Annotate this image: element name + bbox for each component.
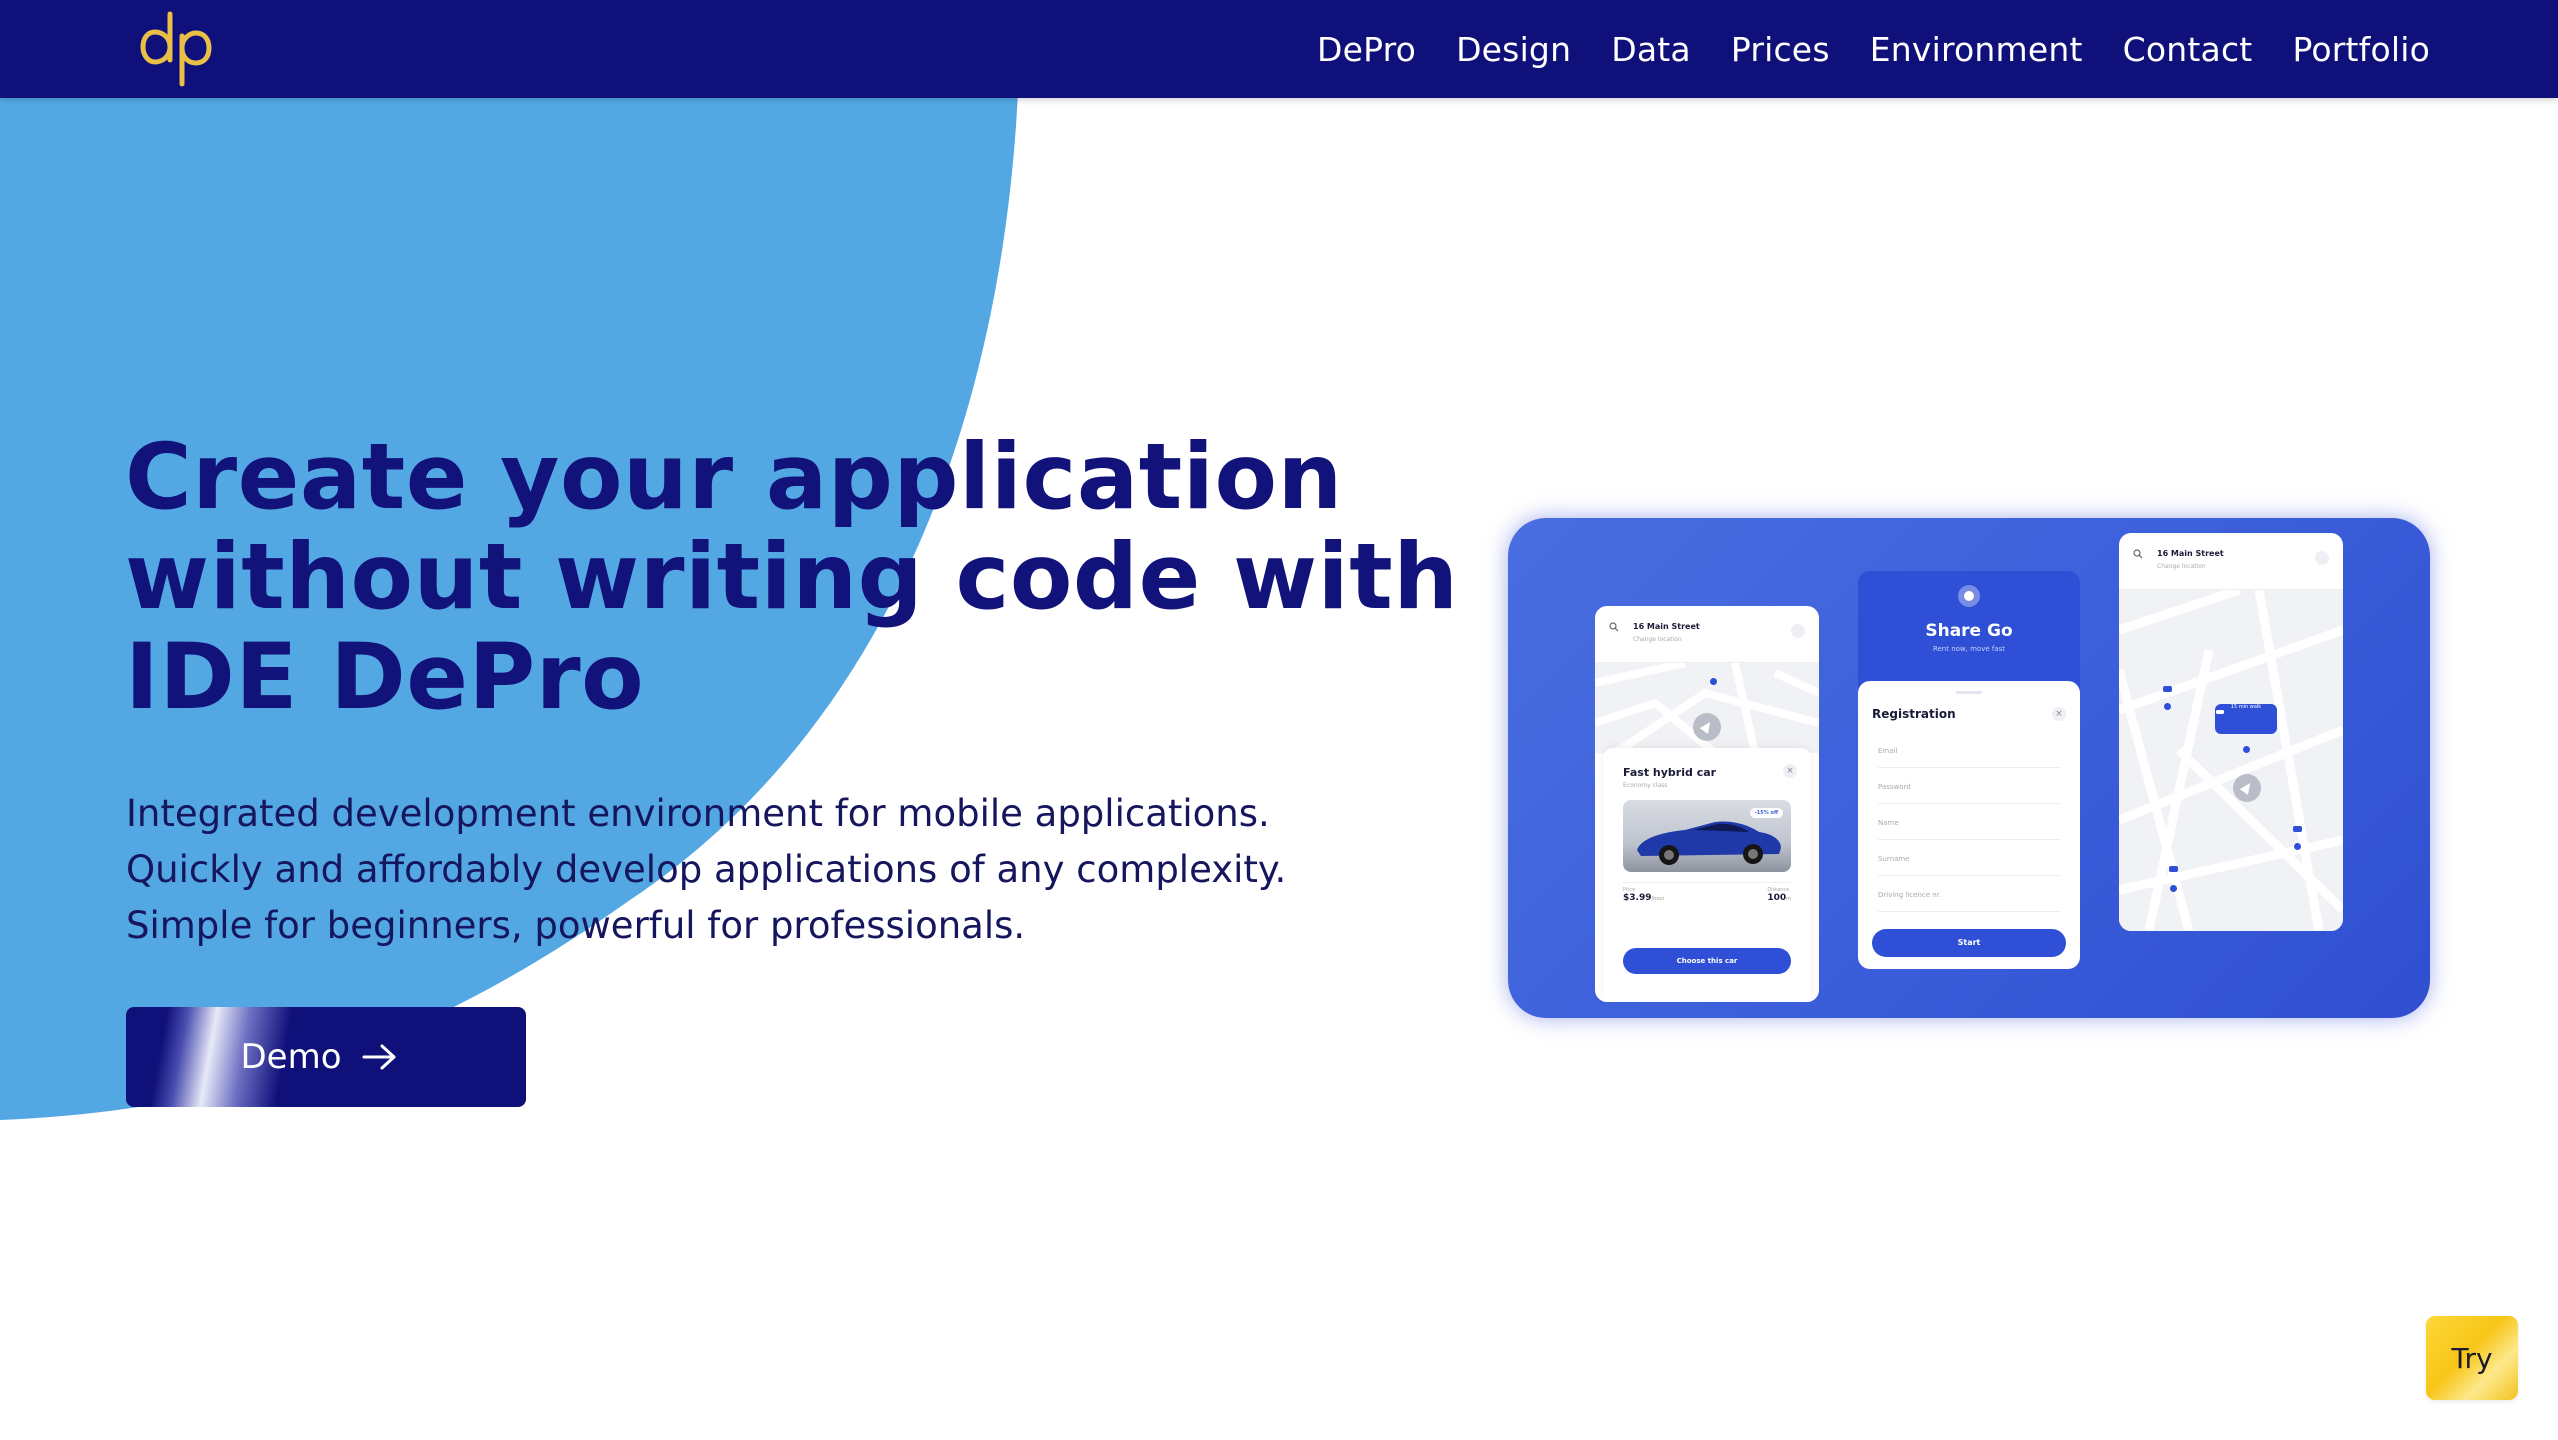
main-navigation: DePro Design Data Prices Environment Con… xyxy=(1317,0,2430,98)
discount-badge: -15% off xyxy=(1749,808,1783,818)
phone-street-text: 16 Main Street xyxy=(2157,549,2224,558)
car-icon xyxy=(2169,866,2178,872)
distance-unit: m xyxy=(1786,896,1791,902)
nav-item-data[interactable]: Data xyxy=(1611,30,1691,69)
map-location-dot xyxy=(2243,746,2250,753)
nav-item-prices[interactable]: Prices xyxy=(1731,30,1830,69)
distance-column: Distance 100m xyxy=(1767,883,1791,923)
app-name: Share Go xyxy=(1925,621,2013,641)
hero-title-line-3: IDE DePro xyxy=(125,625,645,730)
car-icon xyxy=(2163,686,2172,692)
mockup-phone-map: 16 Main Street Change location 15 min wa… xyxy=(2119,533,2343,931)
car-class: Economy class xyxy=(1623,782,1668,789)
try-button[interactable]: Try xyxy=(2426,1316,2518,1400)
phone-map xyxy=(1595,663,1819,753)
distance-value: 100 xyxy=(1767,893,1787,903)
map-location-dot xyxy=(2170,885,2177,892)
phone-change-location: Change location xyxy=(2157,563,2206,570)
registration-header: Share Go Rent now, move fast xyxy=(1858,571,2080,691)
app-mockup-card: 16 Main Street Change location Fast hybr… xyxy=(1508,518,2430,1018)
search-icon xyxy=(1609,622,1619,632)
menu-icon xyxy=(2315,551,2329,565)
hero-description-line-2: Quickly and affordably develop applicati… xyxy=(126,848,1287,891)
nav-item-depro[interactable]: DePro xyxy=(1317,30,1416,69)
nav-item-environment[interactable]: Environment xyxy=(1870,30,2083,69)
phone-location-header: 16 Main Street Change location xyxy=(1595,606,1819,663)
close-icon: × xyxy=(1783,764,1797,778)
nav-item-portfolio[interactable]: Portfolio xyxy=(2292,30,2430,69)
car-title: Fast hybrid car xyxy=(1623,766,1717,779)
sheet-handle xyxy=(1956,691,1982,694)
price-unit: /hour xyxy=(1651,896,1665,902)
menu-icon xyxy=(1791,624,1805,638)
map-location-dot xyxy=(1710,678,1717,685)
registration-title: Registration xyxy=(1872,707,1956,721)
car-photo: -15% off xyxy=(1623,800,1791,872)
phone-street-text: 16 Main Street xyxy=(1633,622,1700,631)
hero-title-line-2: without writing code with xyxy=(125,525,1459,630)
phone-change-location: Change location xyxy=(1633,636,1682,643)
price-column: Price $3.99/hour xyxy=(1623,883,1665,923)
hero-description-line-1: Integrated development environment for m… xyxy=(126,792,1270,835)
car-icon xyxy=(2293,826,2302,832)
licence-field: Driving licence nr. xyxy=(1878,887,2060,912)
hero-title-line-1: Create your application xyxy=(125,425,1343,530)
location-arrow-icon xyxy=(2233,774,2261,802)
name-field: Name xyxy=(1878,815,2060,840)
car-icon xyxy=(2216,710,2224,714)
demo-button[interactable]: Demo xyxy=(126,1007,526,1107)
car-info-sheet: Fast hybrid car Economy class × -15% off… xyxy=(1603,748,1811,1002)
price-distance-row: Price $3.99/hour Distance 100m xyxy=(1623,882,1791,923)
location-arrow-icon xyxy=(1693,713,1721,741)
top-navigation-bar: DePro Design Data Prices Environment Con… xyxy=(0,0,2558,98)
walk-time-pill: 15 min walk xyxy=(2215,704,2277,734)
start-button: Start xyxy=(1872,929,2066,957)
phone-location-header: 16 Main Street Change location xyxy=(2119,533,2343,590)
distance-value-line: 100m xyxy=(1767,893,1791,903)
password-field: Password xyxy=(1878,779,2060,804)
nav-item-contact[interactable]: Contact xyxy=(2123,30,2253,69)
map-location-dot xyxy=(2164,703,2171,710)
mockup-phone-registration: Share Go Rent now, move fast Registratio… xyxy=(1858,571,2080,969)
demo-button-label: Demo xyxy=(240,1037,342,1077)
hero-description-line-3: Simple for beginners, powerful for profe… xyxy=(126,904,1026,947)
email-field: Email xyxy=(1878,743,2060,768)
hero-title: Create your application without writing … xyxy=(125,428,1585,728)
map-location-dot xyxy=(2294,843,2301,850)
close-icon: × xyxy=(2052,707,2066,721)
nav-item-design[interactable]: Design xyxy=(1456,30,1571,69)
map-streets xyxy=(2119,590,2343,931)
search-icon xyxy=(2133,549,2143,559)
price-value-line: $3.99/hour xyxy=(1623,893,1665,903)
surname-field: Surname xyxy=(1878,851,2060,876)
dp-logo[interactable] xyxy=(138,8,214,88)
price-value: $3.99 xyxy=(1623,893,1652,903)
registration-form: Registration × Email Password Name Surna… xyxy=(1858,681,2080,969)
phone-map: 15 min walk xyxy=(2119,590,2343,931)
arrow-right-icon xyxy=(362,1044,396,1070)
mockup-phone-car-details: 16 Main Street Change location Fast hybr… xyxy=(1595,606,1819,1002)
app-logo-dot xyxy=(1958,585,1980,607)
hero-description: Integrated development environment for m… xyxy=(126,786,1476,954)
app-tagline: Rent now, move fast xyxy=(1932,645,2006,653)
choose-car-button: Choose this car xyxy=(1623,948,1791,974)
